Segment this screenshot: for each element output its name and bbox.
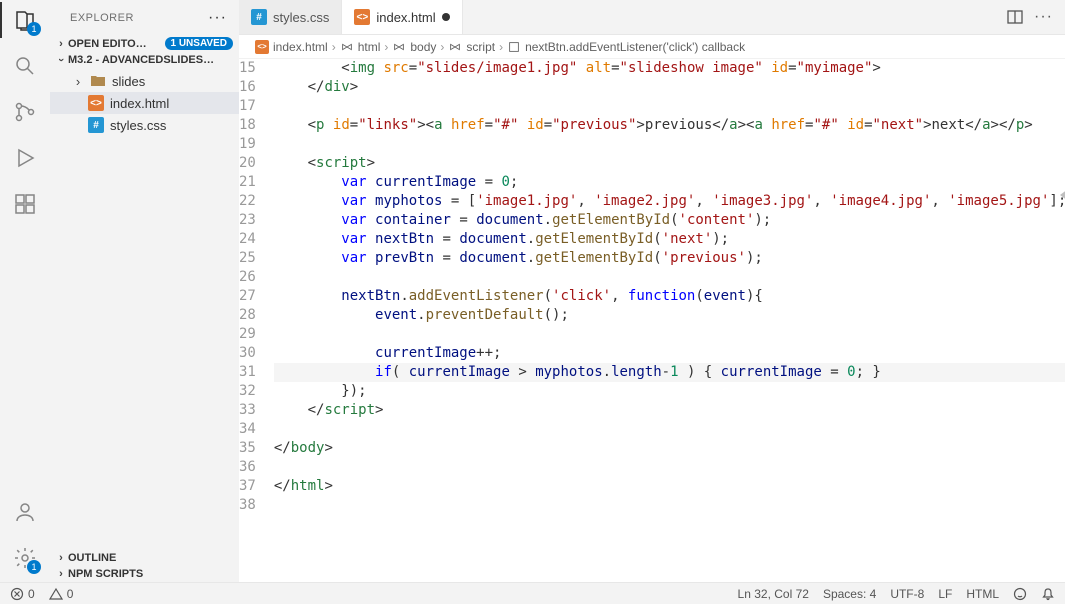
chevron-down-icon: › [55,53,67,67]
sidebar-title: EXPLORER [70,12,208,24]
breadcrumb-html: html [358,40,381,54]
code-editor[interactable]: 1516171819202122232425262728293031323334… [239,59,1065,582]
settings-gear-icon[interactable]: 1 [11,544,39,572]
tab-index-html[interactable]: <> index.html [342,0,462,34]
folder-label: M3.2 - ADVANCEDSLIDES… [68,54,233,66]
feedback-icon[interactable] [1013,587,1027,601]
line-gutter: 1516171819202122232425262728293031323334… [239,59,274,582]
status-cursor-pos[interactable]: Ln 32, Col 72 [738,587,809,601]
breadcrumb[interactable]: <>index.html › html › body › script › ne… [239,35,1065,59]
tree-item-label: index.html [110,96,169,111]
folder-icon [90,73,106,89]
npm-scripts-section[interactable]: › NPM SCRIPTS [50,566,239,582]
activity-bar: 1 1 [0,0,50,582]
unsaved-badge: 1 UNSAVED [165,37,234,50]
tree-folder-slides[interactable]: › slides [50,70,239,92]
status-language[interactable]: HTML [966,587,999,601]
split-editor-icon[interactable] [1006,8,1024,26]
tab-styles-css[interactable]: # styles.css [239,0,342,34]
folder-section[interactable]: › M3.2 - ADVANCEDSLIDES… [50,52,239,68]
status-errors[interactable]: 0 [10,587,35,601]
open-editors-section[interactable]: › OPEN EDITO… 1 UNSAVED [50,35,239,52]
status-warnings[interactable]: 0 [49,587,74,601]
explorer-icon[interactable]: 1 [11,6,39,34]
chevron-right-icon: › [54,38,68,50]
status-indent[interactable]: Spaces: 4 [823,587,876,601]
html-file-icon: <> [255,40,269,54]
tree-file-styles-css[interactable]: # styles.css [50,114,239,136]
open-editors-label: OPEN EDITO… [68,38,165,50]
css-file-icon: # [251,9,267,25]
tree-item-label: slides [112,74,145,89]
settings-badge: 1 [27,560,41,574]
breadcrumb-script: script [466,40,495,54]
search-icon[interactable] [11,52,39,80]
breadcrumb-callback: nextBtn.addEventListener('click') callba… [525,40,745,54]
extensions-icon[interactable] [11,190,39,218]
explorer-badge: 1 [27,22,41,36]
tree-item-label: styles.css [110,118,166,133]
outline-section[interactable]: › OUTLINE [50,550,239,566]
npm-label: NPM SCRIPTS [68,568,233,580]
notifications-icon[interactable] [1041,587,1055,601]
chevron-right-icon: › [72,74,84,89]
outline-label: OUTLINE [68,552,233,564]
html-file-icon: <> [354,9,370,25]
tab-label: styles.css [273,10,329,25]
tab-label: index.html [376,10,435,25]
run-debug-icon[interactable] [11,144,39,172]
status-encoding[interactable]: UTF-8 [890,587,924,601]
chevron-right-icon: › [54,552,68,564]
sidebar-more-icon[interactable]: ··· [208,9,227,27]
css-file-icon: # [88,117,104,133]
source-control-icon[interactable] [11,98,39,126]
breadcrumb-body: body [410,40,436,54]
breadcrumb-file: index.html [273,40,328,54]
dirty-indicator-icon [442,13,450,21]
minimap-marker-icon [1060,189,1065,201]
account-icon[interactable] [11,498,39,526]
status-bar: 0 0 Ln 32, Col 72 Spaces: 4 UTF-8 LF HTM… [0,582,1065,604]
more-actions-icon[interactable]: ··· [1034,8,1053,26]
chevron-right-icon: › [54,568,68,580]
editor-area: # styles.css <> index.html ··· <> index.h… [239,0,1065,582]
html-file-icon: <> [88,95,104,111]
sidebar: EXPLORER ··· › OPEN EDITO… 1 UNSAVED › M… [50,0,239,582]
status-eol[interactable]: LF [938,587,952,601]
code-content[interactable]: <img src="slides/image1.jpg" alt="slides… [274,59,1065,582]
tree-file-index-html[interactable]: <> index.html [50,92,239,114]
tab-bar: # styles.css <> index.html ··· [239,0,1065,35]
